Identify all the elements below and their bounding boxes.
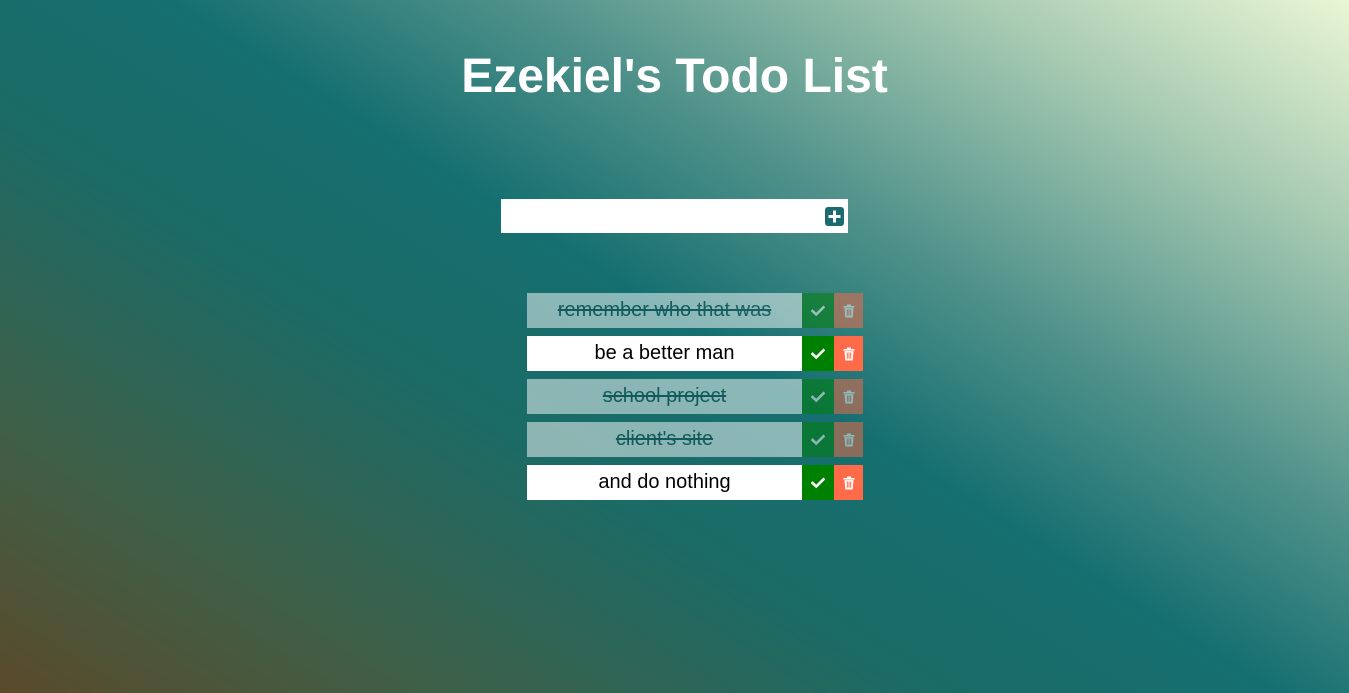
todo-item: client's site: [527, 422, 863, 457]
todo-text[interactable]: be a better man: [527, 336, 802, 371]
trash-icon: [843, 304, 854, 317]
complete-button[interactable]: [802, 422, 834, 457]
todo-item: and do nothing: [527, 465, 863, 500]
check-icon: [811, 348, 825, 359]
delete-button[interactable]: [834, 379, 863, 414]
delete-button[interactable]: [834, 422, 863, 457]
complete-button[interactable]: [802, 379, 834, 414]
complete-button[interactable]: [802, 336, 834, 371]
plus-square-icon: [828, 210, 841, 223]
todo-item: school project: [527, 379, 863, 414]
page-title: Ezekiel's Todo List: [461, 50, 888, 103]
check-icon: [811, 391, 825, 402]
trash-icon: [843, 347, 854, 360]
add-todo-form: [501, 199, 848, 233]
todo-item: remember who that was: [527, 293, 863, 328]
todo-text[interactable]: and do nothing: [527, 465, 802, 500]
complete-button[interactable]: [802, 293, 834, 328]
delete-button[interactable]: [834, 465, 863, 500]
delete-button[interactable]: [834, 293, 863, 328]
check-icon: [811, 305, 825, 316]
add-todo-button[interactable]: [825, 207, 844, 226]
delete-button[interactable]: [834, 336, 863, 371]
todo-text[interactable]: school project: [527, 379, 802, 414]
trash-icon: [843, 390, 854, 403]
todo-input[interactable]: [501, 199, 819, 233]
todo-text[interactable]: remember who that was: [527, 293, 802, 328]
todo-text[interactable]: client's site: [527, 422, 802, 457]
trash-icon: [843, 433, 854, 446]
todo-list: remember who that was be a better man sc…: [527, 293, 863, 508]
check-icon: [811, 477, 825, 488]
trash-icon: [843, 476, 854, 489]
complete-button[interactable]: [802, 465, 834, 500]
check-icon: [811, 434, 825, 445]
todo-item: be a better man: [527, 336, 863, 371]
